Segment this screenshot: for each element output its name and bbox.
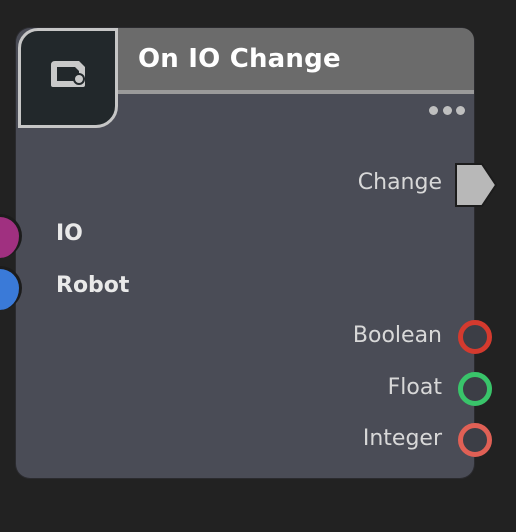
output-label-change: Change [357,170,442,195]
event-node-icon-glyph [51,61,85,87]
node-header[interactable]: On IO Change [118,28,474,94]
io-pin-dot [0,214,22,258]
input-pin-io[interactable] [0,214,44,258]
input-pin-robot[interactable] [0,266,44,310]
more-dot [429,105,438,115]
input-label-io: IO [56,221,83,246]
output-label-float: Float [387,375,442,400]
node-title: On IO Change [138,44,341,74]
more-dot [442,105,452,115]
float-output-pin[interactable] [458,372,492,406]
output-label-integer: Integer [362,426,442,451]
output-label-boolean: Boolean [352,323,442,348]
boolean-output-pin[interactable] [458,320,492,354]
more-options-icon[interactable] [429,102,465,118]
event-node-icon [18,28,118,128]
exec-output-pin[interactable] [452,162,498,208]
robot-pin-dot [0,266,22,310]
integer-output-pin[interactable] [458,423,492,457]
input-label-robot: Robot [56,273,130,298]
more-dot [456,105,465,115]
